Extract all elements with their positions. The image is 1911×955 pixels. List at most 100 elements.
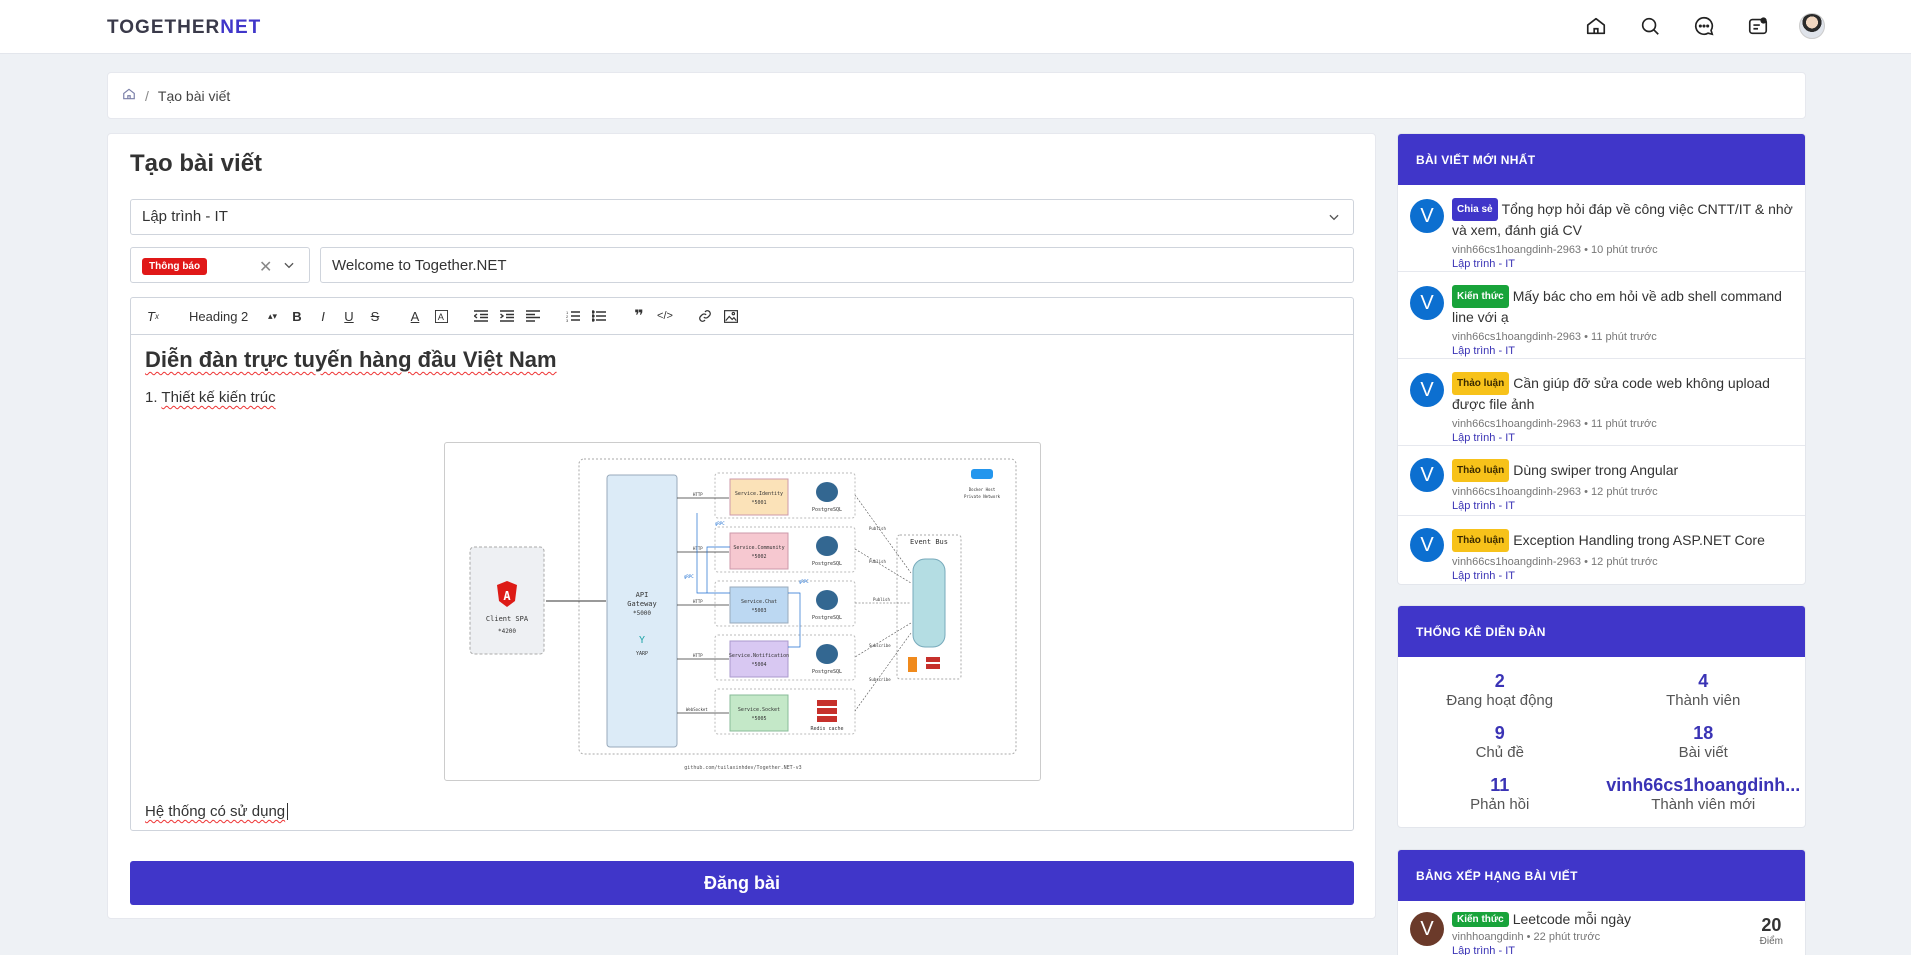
latest-posts-heading: BÀI VIẾT MỚI NHẤT [1398,134,1805,185]
ranking-body: Kiến thức Leetcode mỗi ngày vinhhoangdinh … [1452,911,1631,955]
home-icon[interactable] [1583,13,1609,39]
search-icon[interactable] [1637,13,1663,39]
ordered-list-icon[interactable]: 123 [563,306,583,326]
diagram-yarp-label: YARP [636,651,648,657]
post-body: Thảo luận Cần giúp đỡ sửa code web không … [1452,372,1805,444]
diagram-client-port: *4200 [498,628,516,635]
diagram-notification-label: Service.Notification [729,653,789,659]
post-meta: vinh66cs1hoangdinh-2963 • 11 phút trước [1452,418,1657,430]
author-avatar[interactable]: V [1410,912,1444,946]
diagram-community-port: *5002 [751,554,766,560]
post-title[interactable]: Thảo luận Exception Handling trong ASP.NE… [1452,529,1805,552]
author-avatar[interactable]: V [1410,373,1444,407]
tag-select[interactable]: Thông báo ✕ [130,247,310,283]
chat-icon[interactable] [1691,13,1717,39]
stat-item: 11 Phản hồi [1398,775,1602,827]
post-category-link[interactable]: Lập trình - IT [1452,500,1805,512]
align-left-icon[interactable] [523,306,543,326]
diagram-chat-port: *5003 [751,608,766,614]
diagram-http-label: HTTP [693,492,703,497]
post-badge: Thảo luận [1452,459,1510,482]
editor-content[interactable]: Diễn đàn trực tuyến hàng đầu Việt Nam 1.… [131,335,1353,820]
latest-post-item[interactable]: V Kiến thức Mấy bác cho em hỏi về adb shel… [1398,272,1805,359]
code-icon[interactable]: </> [655,306,675,326]
diagram-notification-port: *5004 [751,662,766,668]
stat-label: Chủ đề [1475,744,1524,761]
post-badge: Kiến thức [1452,285,1509,308]
post-category-link[interactable]: Lập trình - IT [1452,570,1805,582]
chevron-down-icon[interactable] [282,258,296,277]
diagram-postgres-label: PostgreSQL [812,561,842,567]
post-category-link[interactable]: Lập trình - IT [1452,258,1805,270]
text-color-icon[interactable]: A [405,306,425,326]
clear-icon[interactable]: ✕ [259,257,272,277]
diagram-chat-label: Service.Chat [741,599,777,605]
author-avatar[interactable]: V [1410,528,1444,562]
author-avatar[interactable]: V [1410,199,1444,233]
post-category-link[interactable]: Lập trình - IT [1452,345,1805,357]
latest-post-item[interactable]: V Thảo luận Cần giúp đỡ sửa code web không… [1398,359,1805,446]
category-select[interactable]: Lập trình - IT [130,199,1354,235]
post-meta: vinh66cs1hoangdinh-2963 • 12 phút trước [1452,486,1658,498]
post-title[interactable]: Thảo luận Dùng swiper trong Angular [1452,459,1805,482]
ranking-category[interactable]: Lập trình - IT [1452,945,1631,955]
ranking-heading: BẢNG XẾP HẠNG BÀI VIẾT [1398,850,1805,901]
rich-text-editor[interactable]: Tx Heading 2 ▴▾ B I U S A A 123 ❞ </> Diễ… [130,297,1354,831]
diagram-socket-port: *5005 [751,716,766,722]
top-navbar: TOGETHERNET [0,0,1911,54]
post-body: Chia sẻ Tổng hợp hỏi đáp về công việc CNT… [1452,198,1805,270]
stat-value[interactable]: vinh66cs1hoangdinh... [1602,775,1806,796]
diagram-postgres-label: PostgreSQL [812,507,842,513]
post-title[interactable]: Chia sẻ Tổng hợp hỏi đáp về công việc CNT… [1452,198,1805,240]
strikethrough-icon[interactable]: S [365,306,385,326]
background-color-icon[interactable]: A [431,306,451,326]
diagram-publish-label: Publish [869,526,886,531]
diagram-redis-label: Redis cache [810,726,843,732]
news-icon[interactable] [1745,13,1771,39]
home-icon[interactable] [122,87,136,104]
post-badge: Thảo luận [1452,529,1510,552]
diagram-websocket-label: WebSocket [686,707,708,712]
content-last-line: Hệ thống có sử dụng [145,803,289,820]
stat-label: Đang hoạt động [1446,692,1554,709]
italic-icon[interactable]: I [313,306,333,326]
blockquote-icon[interactable]: ❞ [629,306,649,326]
heading-select[interactable]: Heading 2 ▴▾ [189,309,277,324]
author-avatar[interactable]: V [1410,458,1444,492]
underline-icon[interactable]: U [339,306,359,326]
ranking-item[interactable]: V Kiến thức Leetcode mỗi ngày vinhhoangdinh… [1398,901,1805,955]
diagram-postgres-label: PostgreSQL [812,615,842,621]
link-icon[interactable] [695,306,715,326]
site-logo[interactable]: TOGETHERNET [107,17,261,39]
clear-format-icon[interactable]: Tx [143,306,163,326]
create-post-card: Tạo bài viết Lập trình - IT Thông báo ✕ … [107,133,1376,919]
svg-text:Y: Y [639,635,645,646]
post-body: Kiến thức Mấy bác cho em hỏi về adb shell… [1452,285,1805,357]
indent-icon[interactable] [497,306,517,326]
latest-post-item[interactable]: V Chia sẻ Tổng hợp hỏi đáp về công việc CN… [1398,185,1805,272]
content-heading: Diễn đàn trực tuyến hàng đầu Việt Nam [145,347,557,372]
title-input[interactable]: Welcome to Together.NET [320,247,1354,283]
submit-post-button[interactable]: Đăng bài [130,861,1354,905]
diagram-http-label: HTTP [693,599,703,604]
author-avatar[interactable]: V [1410,286,1444,320]
post-badge: Kiến thức [1452,912,1509,927]
ranking-title[interactable]: Kiến thức Leetcode mỗi ngày [1452,911,1631,927]
user-avatar[interactable] [1799,13,1825,39]
post-title[interactable]: Kiến thức Mấy bác cho em hỏi về adb shell… [1452,285,1805,327]
diagram-http-label: HTTP [693,546,703,551]
diagram-postgres-label: PostgreSQL [812,669,842,675]
nav-icons [1583,13,1825,39]
post-title[interactable]: Thảo luận Cần giúp đỡ sửa code web không … [1452,372,1805,414]
bullet-list-icon[interactable] [589,306,609,326]
diagram-subscribe-label: Subscribe [869,677,891,682]
post-category-link[interactable]: Lập trình - IT [1452,432,1805,444]
bold-icon[interactable]: B [287,306,307,326]
image-icon[interactable] [721,306,741,326]
latest-posts-panel: BÀI VIẾT MỚI NHẤT V Chia sẻ Tổng hợp hỏi đ… [1397,133,1806,585]
architecture-diagram-image[interactable]: A Client SPA *4200 API Gateway *5000 Y Y… [444,442,1041,781]
stat-label: Thành viên mới [1651,796,1756,813]
outdent-icon[interactable] [471,306,491,326]
latest-post-item[interactable]: V Thảo luận Exception Handling trong ASP.N… [1398,516,1805,584]
latest-post-item[interactable]: V Thảo luận Dùng swiper trong Angular vinh6… [1398,446,1805,516]
